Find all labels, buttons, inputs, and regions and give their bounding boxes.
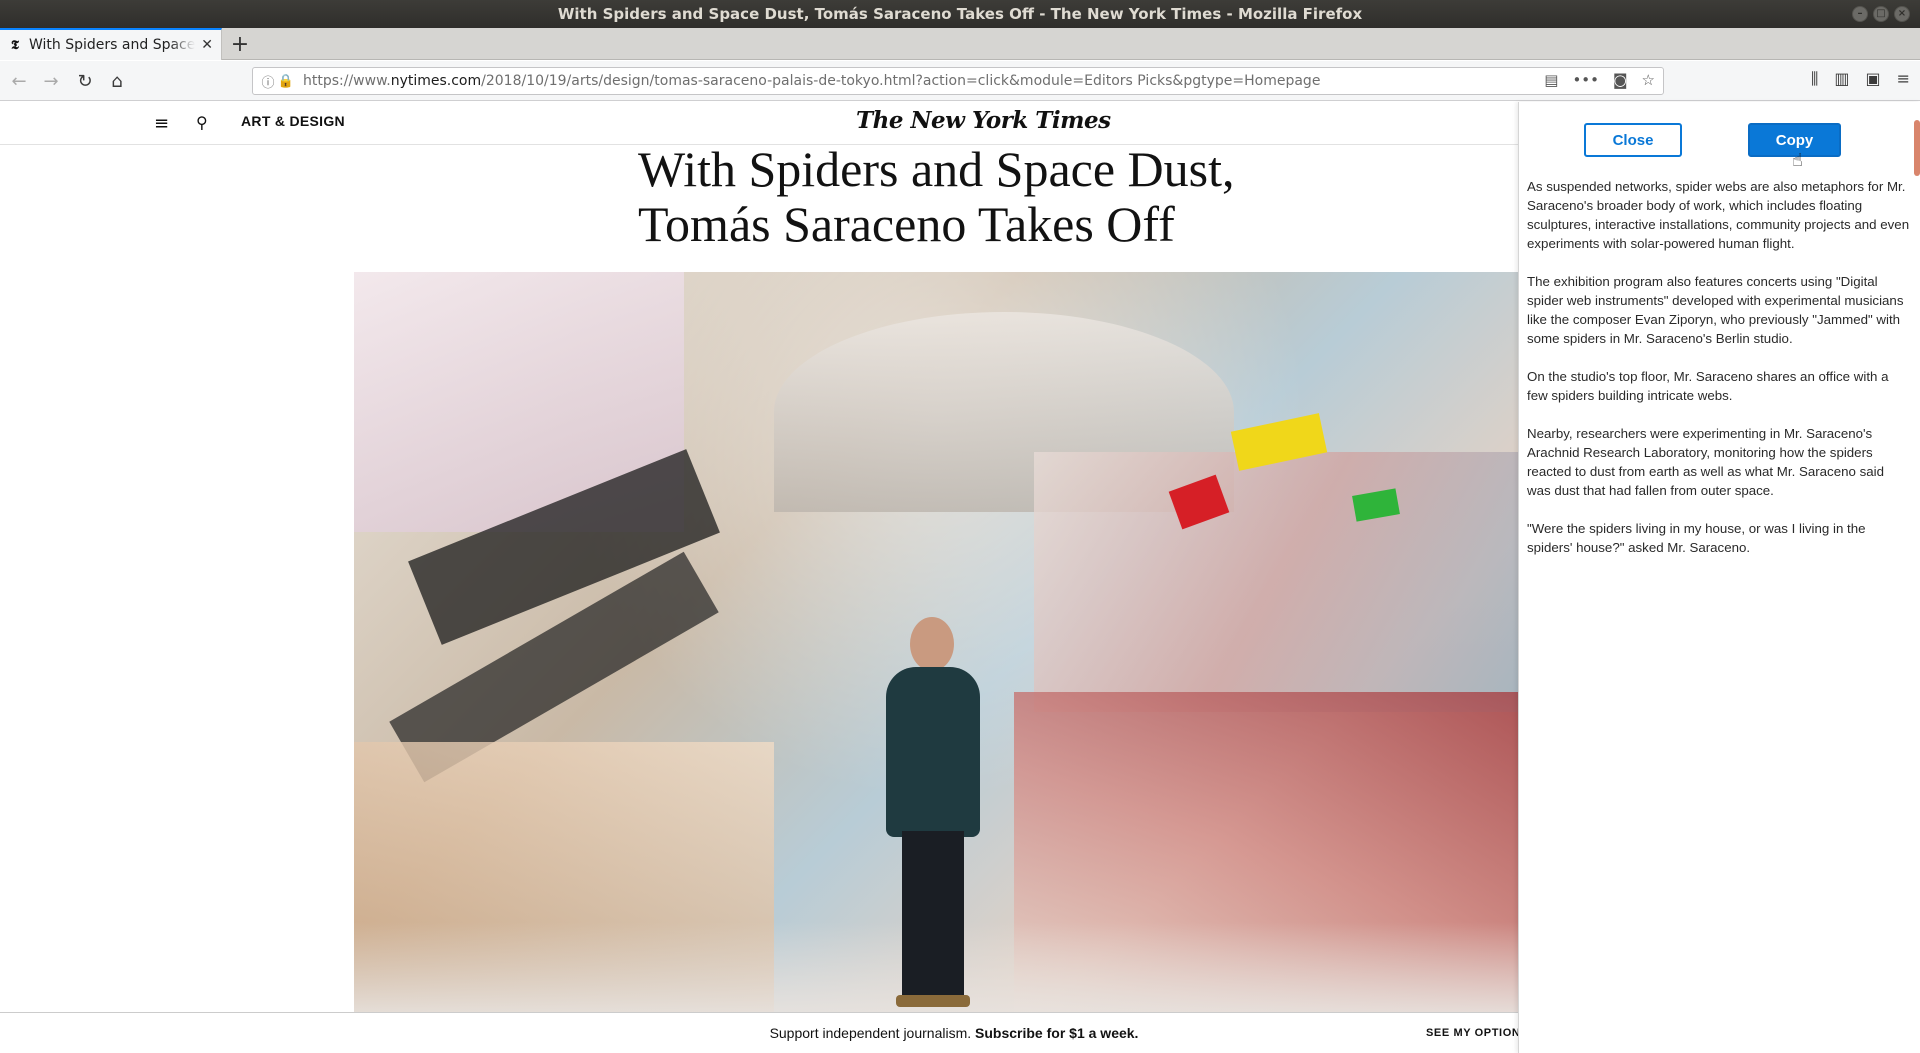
extension-icon[interactable]: ▣	[1865, 69, 1880, 89]
hamburger-menu-icon[interactable]: ≡	[154, 113, 169, 134]
nyt-logo[interactable]: The New York Times	[856, 107, 1111, 134]
info-icon[interactable]: ⓘ	[259, 72, 277, 91]
see-options-link[interactable]: SEE MY OPTIONS	[1426, 1027, 1518, 1039]
url-prefix: https://www.	[303, 73, 391, 89]
url-host: nytimes.com	[390, 73, 482, 89]
home-icon[interactable]: ⌂	[104, 69, 130, 93]
page-actions-icon[interactable]: •••	[1572, 71, 1599, 89]
url-text[interactable]: https://www.nytimes.com/2018/10/19/arts/…	[303, 73, 1320, 89]
hand-cursor-icon: ☝	[1792, 150, 1803, 171]
sidebar-icon[interactable]: ▥	[1834, 69, 1849, 89]
minimize-icon[interactable]: –	[1852, 6, 1868, 22]
window-titlebar: With Spiders and Space Dust, Tomás Sarac…	[0, 0, 1920, 28]
close-tab-icon[interactable]: ✕	[201, 37, 213, 53]
close-window-icon[interactable]: ×	[1894, 6, 1910, 22]
copy-panel: Close Copy ☝ As suspended networks, spid…	[1518, 102, 1920, 1053]
headline-line-2: Tomás Saraceno Takes Off	[638, 196, 1175, 252]
scrollbar-thumb[interactable]	[1914, 120, 1920, 176]
paragraph: "Were the spiders living in my house, or…	[1527, 521, 1866, 555]
maximize-icon[interactable]: □	[1873, 6, 1889, 22]
reader-view-icon[interactable]: ▤	[1544, 71, 1558, 89]
pocket-icon[interactable]: ◙	[1613, 71, 1628, 89]
search-icon[interactable]: ⚲	[196, 113, 208, 132]
window-title: With Spiders and Space Dust, Tomás Sarac…	[557, 5, 1363, 23]
headline-line-1: With Spiders and Space Dust,	[638, 141, 1235, 197]
browser-tab-active[interactable]: 𝕿 With Spiders and Space Dust, Tomás Sar…	[0, 28, 222, 60]
lock-icon[interactable]: 🔒	[277, 74, 295, 89]
site-header: ≡ ⚲ ART & DESIGN The New York Times	[0, 102, 1518, 145]
bookmark-star-icon[interactable]: ☆	[1642, 71, 1655, 89]
reload-icon[interactable]: ↻	[72, 69, 98, 93]
forward-arrow-icon[interactable]: →	[38, 69, 64, 93]
hero-image	[354, 272, 1518, 1015]
subscribe-link[interactable]: Subscribe for $1 a week.	[975, 1025, 1138, 1041]
support-banner: Support independent journalism. Subscrib…	[0, 1012, 1518, 1053]
article-headline: With Spiders and Space Dust, Tomás Sarac…	[638, 142, 1338, 252]
tab-title: With Spiders and Space Dust, Tomás Sarac…	[29, 37, 196, 53]
menu-icon[interactable]: ≡	[1897, 69, 1910, 89]
back-arrow-icon[interactable]: ←	[6, 69, 32, 93]
nyt-favicon-icon: 𝕿	[11, 37, 19, 53]
tab-strip: 𝕿 With Spiders and Space Dust, Tomás Sar…	[0, 28, 1920, 60]
toolbar-right: ⫼ ▥ ▣ ≡	[1811, 69, 1910, 89]
support-text: Support independent journalism.	[769, 1025, 972, 1041]
paragraph: The exhibition program also features con…	[1527, 274, 1904, 346]
urlbar-actions: ▤ ••• ◙ ☆	[1544, 71, 1655, 89]
paragraph: As suspended networks, spider webs are a…	[1527, 179, 1910, 251]
address-bar[interactable]: ⓘ 🔒 https://www.nytimes.com/2018/10/19/a…	[252, 67, 1664, 95]
window-controls: – □ ×	[1852, 6, 1910, 22]
close-button[interactable]: Close	[1584, 123, 1682, 157]
url-path: /2018/10/19/arts/design/tomas-saraceno-p…	[481, 73, 1321, 89]
person-figure	[878, 617, 988, 1007]
new-tab-button[interactable]: +	[228, 32, 252, 57]
section-link[interactable]: ART & DESIGN	[241, 113, 345, 129]
paragraph: Nearby, researchers were experimenting i…	[1527, 426, 1884, 498]
library-icon[interactable]: ⫼	[1811, 69, 1818, 89]
navigation-toolbar: ← → ↻ ⌂ ⓘ 🔒 https://www.nytimes.com/2018…	[0, 61, 1920, 101]
support-message: Support independent journalism. Subscrib…	[0, 1025, 1518, 1041]
extracted-text: As suspended networks, spider webs are a…	[1527, 177, 1911, 576]
page-content: ≡ ⚲ ART & DESIGN The New York Times With…	[0, 102, 1518, 1053]
paragraph: On the studio's top floor, Mr. Saraceno …	[1527, 369, 1889, 403]
